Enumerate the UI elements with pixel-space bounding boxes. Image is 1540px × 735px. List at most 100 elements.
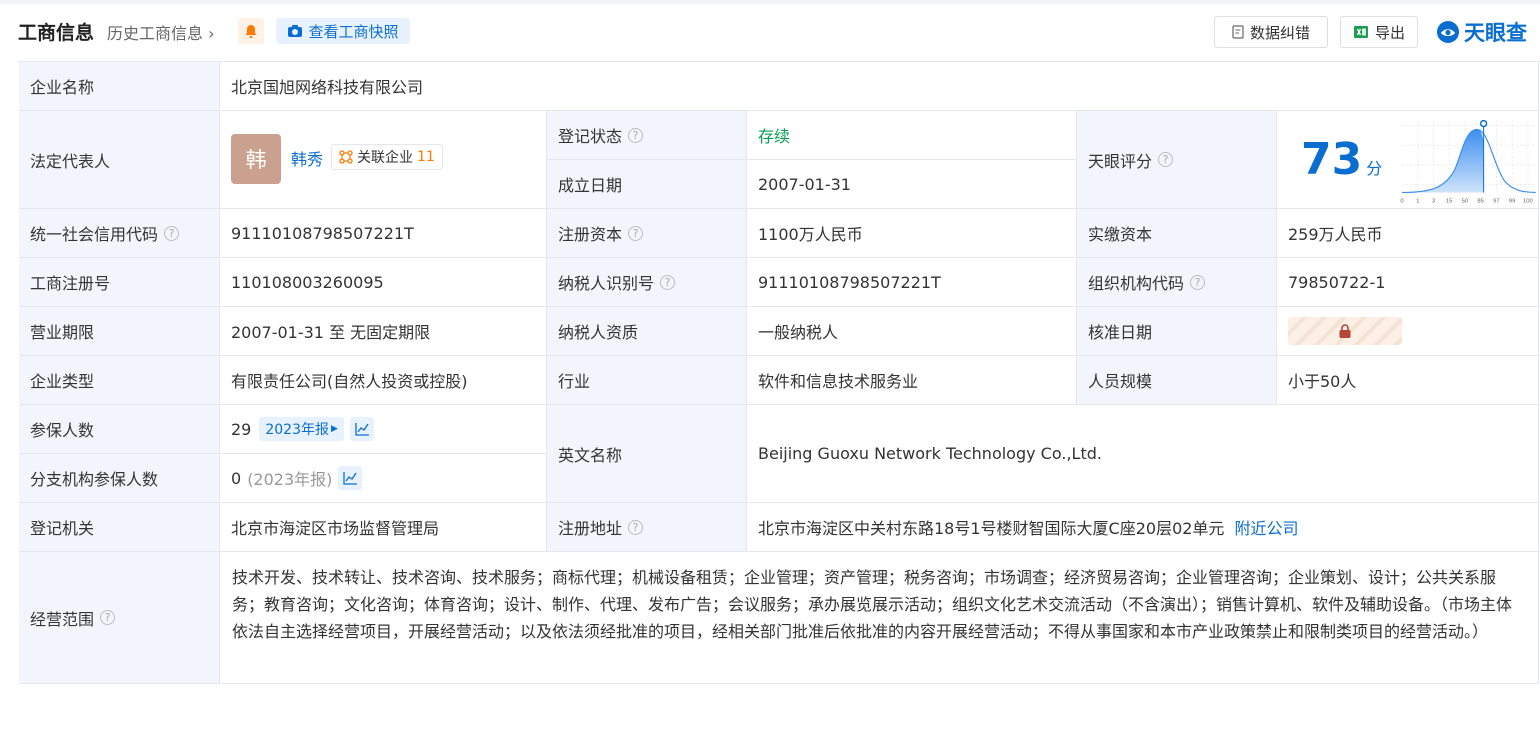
score-axis-tick: 97 — [1493, 198, 1500, 204]
legal-rep-cell: 韩 韩秀 关联企业 11 — [220, 111, 547, 209]
score-distribution-chart[interactable]: 0 1 3 15 50 85 97 99 100 — [1400, 115, 1538, 205]
value-biz-scope: 技术开发、技术转让、技术咨询、技术服务；商标代理；机械设备租赁；企业管理；资产管… — [220, 552, 1539, 684]
chevron-right-icon: › — [208, 24, 215, 43]
label-paid-capital: 实缴资本 — [1077, 209, 1277, 258]
label-reg-status: 登记状态? — [547, 111, 747, 160]
value-org-code: 79850722-1 — [1277, 258, 1539, 307]
help-icon[interactable]: ? — [1158, 152, 1174, 167]
help-icon[interactable]: ? — [100, 610, 116, 625]
history-link-label: 历史工商信息 — [107, 24, 204, 43]
label-credit-code-text: 统一社会信用代码 — [30, 225, 159, 244]
branch-trend-button[interactable] — [338, 466, 363, 490]
related-label: 关联企业 — [357, 150, 414, 166]
label-taxpayer-qual: 纳税人资质 — [547, 307, 747, 356]
section-title: 工商信息 — [18, 22, 95, 44]
logo-text: 天眼查 — [1464, 21, 1527, 45]
label-staff-size: 人员规模 — [1077, 356, 1277, 405]
label-taxpayer-id-text: 纳税人识别号 — [558, 274, 655, 293]
camera-icon — [288, 25, 303, 37]
label-org-code: 组织机构代码? — [1077, 258, 1277, 307]
label-legal-rep: 法定代表人 — [19, 111, 220, 209]
label-company-name: 企业名称 — [19, 62, 220, 111]
business-info-table: 企业名称 北京国旭网络科技有限公司 法定代表人 韩 韩秀 关联企业 11 登记状… — [18, 61, 1539, 684]
value-biz-term: 2007-01-31 至 无固定期限 — [220, 307, 547, 356]
score-axis-tick: 1 — [1416, 198, 1419, 204]
score-axis-tick: 0 — [1401, 198, 1405, 204]
top-divider — [0, 0, 1540, 4]
legal-rep-avatar[interactable]: 韩 — [231, 134, 281, 184]
value-insured: 29 — [231, 419, 252, 439]
locked-vip-content[interactable] — [1288, 317, 1402, 345]
value-taxpayer-id: 91110108798507221T — [747, 258, 1077, 307]
tianyancha-logo: 天眼查 — [1436, 17, 1527, 47]
value-credit-code: 91110108798507221T — [220, 209, 547, 258]
export-label: 导出 — [1374, 23, 1405, 42]
trend-chart-icon — [343, 472, 358, 485]
value-company-type: 有限责任公司(自然人投资或控股) — [220, 356, 547, 405]
label-taxpayer-id: 纳税人识别号? — [547, 258, 747, 307]
help-icon[interactable]: ? — [660, 274, 676, 290]
logo-icon — [1437, 21, 1459, 43]
score-unit: 分 — [1366, 158, 1383, 178]
related-companies-button[interactable]: 关联企业 11 — [331, 144, 443, 170]
score-axis-tick: 85 — [1478, 198, 1485, 204]
snapshot-label: 查看工商快照 — [308, 22, 399, 41]
score-axis-tick: 15 — [1446, 198, 1453, 204]
insured-trend-button[interactable] — [349, 417, 374, 441]
value-industry: 软件和信息技术服务业 — [747, 356, 1077, 405]
excel-icon — [1353, 26, 1368, 38]
label-biz-scope-text: 经营范围 — [30, 609, 95, 629]
value-english-name: Beijing Guoxu Network Technology Co.,Ltd… — [747, 405, 1539, 503]
help-icon[interactable]: ? — [1190, 274, 1206, 290]
label-insured: 参保人数 — [19, 405, 220, 454]
value-company-name: 北京国旭网络科技有限公司 — [220, 62, 1539, 111]
help-icon[interactable]: ? — [628, 127, 644, 143]
insured-report-label: 2023年报 — [265, 422, 329, 438]
reg-address-cell: 北京市海淀区中关村东路18号1号楼财智国际大厦C座20层02单元 附近公司 — [747, 503, 1539, 552]
value-found-date: 2007-01-31 — [747, 160, 1077, 209]
value-reg-capital: 1100万人民币 — [747, 209, 1077, 258]
history-link[interactable]: 历史工商信息 › — [107, 20, 215, 44]
label-found-date: 成立日期 — [547, 160, 747, 209]
score-axis-tick: 99 — [1509, 198, 1516, 204]
data-correction-label: 数据纠错 — [1249, 23, 1310, 42]
label-biz-scope: 经营范围? — [19, 552, 220, 684]
label-biz-term: 营业期限 — [19, 307, 220, 356]
help-icon[interactable]: ? — [164, 225, 180, 241]
approve-date-cell — [1277, 307, 1539, 356]
monitor-bell-button[interactable] — [238, 18, 264, 44]
label-reg-address: 注册地址? — [547, 503, 747, 552]
data-correction-button[interactable]: 数据纠错 — [1214, 16, 1328, 48]
label-industry: 行业 — [547, 356, 747, 405]
value-reg-address: 北京市海淀区中关村东路18号1号楼财智国际大厦C座20层02单元 — [758, 519, 1225, 538]
insured-report-button[interactable]: 2023年报 ▶ — [259, 417, 344, 441]
label-org-code-text: 组织机构代码 — [1088, 274, 1185, 293]
value-paid-capital: 259万人民币 — [1277, 209, 1539, 258]
branch-insured-cell: 0 (2023年报) — [220, 454, 547, 503]
score-axis-tick: 50 — [1462, 198, 1469, 204]
label-reg-authority: 登记机关 — [19, 503, 220, 552]
value-reg-no: 110108003260095 — [220, 258, 547, 307]
value-reg-authority: 北京市海淀区市场监督管理局 — [220, 503, 547, 552]
label-approve-date: 核准日期 — [1077, 307, 1277, 356]
score-axis-tick: 100 — [1523, 198, 1534, 204]
bell-icon — [245, 24, 257, 38]
snapshot-button[interactable]: 查看工商快照 — [276, 18, 410, 44]
insured-cell: 29 2023年报 ▶ — [220, 405, 547, 454]
label-reg-capital-text: 注册资本 — [558, 225, 623, 244]
branch-report-label: (2023年报) — [247, 470, 333, 489]
legal-rep-name-link[interactable]: 韩秀 — [291, 146, 323, 170]
network-icon — [339, 150, 353, 164]
export-button[interactable]: 导出 — [1340, 16, 1418, 48]
help-icon[interactable]: ? — [628, 225, 644, 241]
label-reg-no: 工商注册号 — [19, 258, 220, 307]
label-company-type: 企业类型 — [19, 356, 220, 405]
score-cell: 73 分 0 1 3 15 50 85 97 99 100 — [1277, 111, 1539, 209]
related-count: 11 — [417, 149, 435, 165]
nearby-companies-link[interactable]: 附近公司 — [1234, 515, 1298, 539]
help-icon[interactable]: ? — [628, 519, 644, 535]
score-value: 73 — [1301, 134, 1363, 185]
caret-right-icon: ▶ — [331, 424, 338, 434]
score-axis-tick: 3 — [1432, 198, 1436, 204]
trend-chart-icon — [355, 423, 369, 436]
